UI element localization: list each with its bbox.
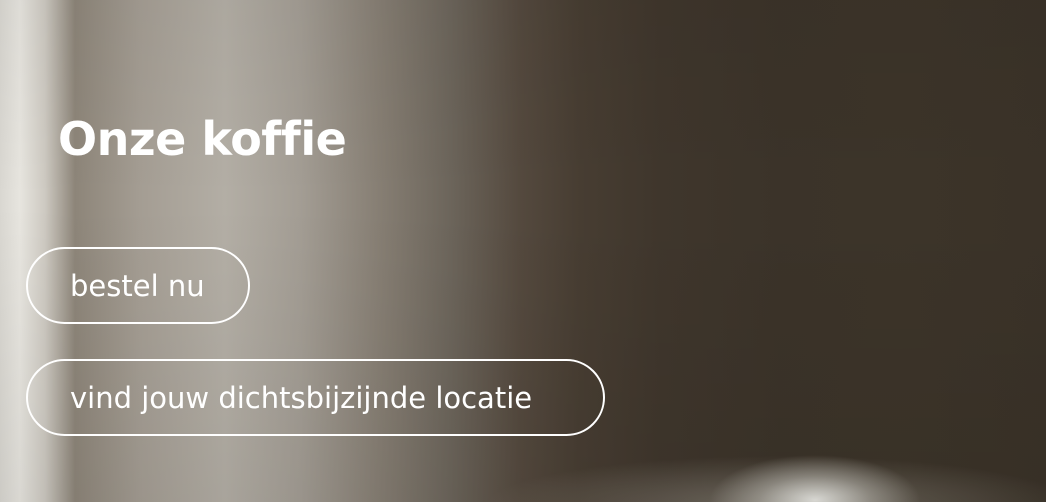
hero-banner: Onze koffie bestel nu vind jouw dichtsbi…: [0, 0, 1046, 502]
order-now-button[interactable]: bestel nu: [26, 247, 250, 324]
page-title: Onze koffie: [58, 112, 347, 166]
find-location-button[interactable]: vind jouw dichtsbijzijnde locatie: [26, 359, 605, 436]
